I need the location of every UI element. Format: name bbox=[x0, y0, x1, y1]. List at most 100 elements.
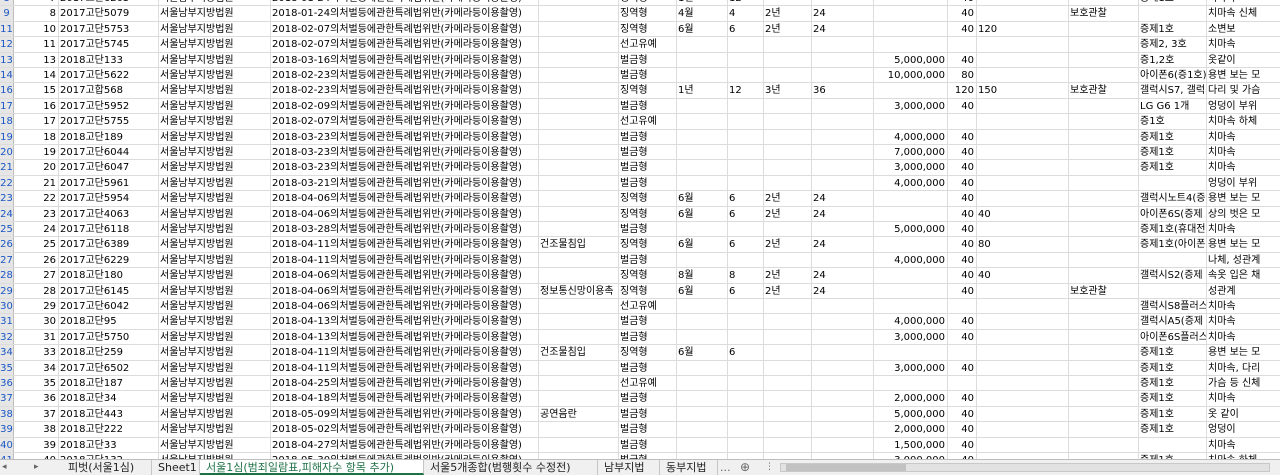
table-cell[interactable]: 6월 bbox=[676, 191, 727, 205]
table-cell[interactable]: 24 bbox=[811, 237, 873, 251]
table-cell[interactable]: 3,000,000 bbox=[873, 361, 947, 375]
table-cell[interactable]: 3,000,000 bbox=[873, 160, 947, 174]
table-cell[interactable]: 치마속 bbox=[1206, 222, 1280, 236]
table-cell[interactable]: 2018고단189 bbox=[58, 130, 158, 144]
table-cell[interactable] bbox=[763, 145, 811, 159]
table-cell[interactable]: 서울남부지방법원 bbox=[158, 268, 270, 282]
sheet-tab[interactable]: 서울5개종합(범행횟수 수정전) bbox=[424, 460, 598, 475]
table-cell[interactable]: 용변 보는 모 bbox=[1206, 345, 1280, 359]
row-number[interactable]: 20 bbox=[0, 145, 14, 160]
table-cell[interactable] bbox=[763, 99, 811, 113]
table-cell[interactable]: 서울남부지방법원 bbox=[158, 114, 270, 128]
table-cell[interactable]: 2년 bbox=[763, 268, 811, 282]
table-cell[interactable] bbox=[976, 53, 1068, 67]
table-cell[interactable]: 2018-02-07의처벌등에관한특례법위반(카메라등이용촬영) bbox=[270, 22, 538, 36]
table-cell[interactable]: 치마속 bbox=[1206, 145, 1280, 159]
table-cell[interactable]: 6월 bbox=[676, 345, 727, 359]
table-cell[interactable] bbox=[1068, 391, 1138, 405]
table-cell[interactable]: 치마속 bbox=[1206, 160, 1280, 174]
table-cell[interactable]: 건조물침입 bbox=[538, 345, 618, 359]
table-cell[interactable]: 벌금형 bbox=[618, 68, 676, 82]
table-row[interactable]: 17 16 2017고단5952 서울남부지방법원 2018-02-09의처벌등에관한특… bbox=[0, 98, 1280, 115]
row-number[interactable]: 26 bbox=[0, 237, 14, 252]
table-cell[interactable]: 치마속 bbox=[1206, 330, 1280, 344]
table-cell[interactable]: 24 bbox=[15, 222, 58, 236]
table-cell[interactable]: 서울남부지방법원 bbox=[158, 376, 270, 390]
table-cell[interactable] bbox=[676, 299, 727, 313]
table-cell[interactable] bbox=[976, 314, 1068, 328]
table-cell[interactable]: 벌금형 bbox=[618, 222, 676, 236]
table-cell[interactable]: 29 bbox=[15, 299, 58, 313]
row-number[interactable]: 39 bbox=[0, 422, 14, 437]
table-cell[interactable]: 서울남부지방법원 bbox=[158, 391, 270, 405]
table-cell[interactable]: 2017고단5622 bbox=[58, 68, 158, 82]
table-cell[interactable]: 서울남부지방법원 bbox=[158, 176, 270, 190]
table-cell[interactable]: 6월 bbox=[676, 207, 727, 221]
table-cell[interactable] bbox=[811, 438, 873, 452]
table-cell[interactable]: 다리 및 가슴 bbox=[1206, 83, 1280, 97]
table-cell[interactable] bbox=[676, 376, 727, 390]
table-cell[interactable]: 갤럭시S2(증제 bbox=[1138, 268, 1206, 282]
table-cell[interactable]: 2년 bbox=[763, 237, 811, 251]
sheet-tab[interactable]: Sheet1 bbox=[152, 460, 200, 475]
table-cell[interactable] bbox=[1068, 191, 1138, 205]
table-cell[interactable] bbox=[873, 299, 947, 313]
table-cell[interactable] bbox=[1068, 160, 1138, 174]
table-cell[interactable]: 28 bbox=[15, 284, 58, 298]
table-cell[interactable]: 서울남부지방법원 bbox=[158, 438, 270, 452]
table-cell[interactable] bbox=[976, 99, 1068, 113]
sheet-tab[interactable]: 남부지법 bbox=[598, 460, 660, 475]
table-cell[interactable] bbox=[727, 130, 763, 144]
table-cell[interactable] bbox=[976, 422, 1068, 436]
row-number[interactable]: 34 bbox=[0, 345, 14, 360]
table-cell[interactable]: 서울남부지방법원 bbox=[158, 68, 270, 82]
table-cell[interactable] bbox=[1068, 345, 1138, 359]
row-number[interactable]: 18 bbox=[0, 114, 14, 129]
table-cell[interactable] bbox=[873, 0, 947, 5]
table-cell[interactable] bbox=[1068, 376, 1138, 390]
table-cell[interactable]: 13 bbox=[15, 53, 58, 67]
tab-scroll-right-icon[interactable]: ▸ bbox=[34, 460, 39, 475]
table-cell[interactable]: 2018-01-24의처벌등에관한특례법위반(카메라등이용촬영) bbox=[270, 6, 538, 20]
table-cell[interactable]: 23 bbox=[15, 207, 58, 221]
table-cell[interactable] bbox=[811, 0, 873, 5]
table-cell[interactable] bbox=[976, 299, 1068, 313]
table-cell[interactable] bbox=[727, 253, 763, 267]
table-row[interactable]: 40 39 2018고단33 서울남부지방법원 2018-04-27의처벌등에관한특례법… bbox=[0, 437, 1280, 453]
table-cell[interactable] bbox=[763, 253, 811, 267]
table-cell[interactable] bbox=[873, 207, 947, 221]
table-cell[interactable]: 40 bbox=[947, 130, 976, 144]
table-cell[interactable]: 가슴 등 신체 bbox=[1206, 376, 1280, 390]
table-cell[interactable] bbox=[811, 68, 873, 82]
table-cell[interactable] bbox=[976, 361, 1068, 375]
horizontal-scrollbar[interactable] bbox=[780, 463, 1270, 472]
table-cell[interactable] bbox=[811, 53, 873, 67]
table-cell[interactable] bbox=[538, 68, 618, 82]
table-cell[interactable]: 40 bbox=[947, 314, 976, 328]
table-row[interactable]: 27 26 2017고단6229 서울남부지방법원 2018-04-11의처벌등에관한특… bbox=[0, 252, 1280, 269]
table-cell[interactable]: 보호관찰 bbox=[1068, 284, 1138, 298]
table-cell[interactable]: 갤럭시노트4(증 bbox=[1138, 191, 1206, 205]
table-row[interactable]: 19 18 2018고단189 서울남부지방법원 2018-03-23의처벌등에관한특례… bbox=[0, 129, 1280, 145]
table-cell[interactable]: 6 bbox=[727, 284, 763, 298]
table-cell[interactable]: 37 bbox=[15, 407, 58, 421]
table-cell[interactable] bbox=[676, 422, 727, 436]
table-cell[interactable]: 6월 bbox=[676, 284, 727, 298]
table-cell[interactable] bbox=[538, 391, 618, 405]
table-cell[interactable]: 1,500,000 bbox=[873, 438, 947, 452]
table-cell[interactable]: 2018고단187 bbox=[58, 376, 158, 390]
table-cell[interactable]: 아이폰6S(증제 bbox=[1138, 207, 1206, 221]
table-cell[interactable]: 2018고단33 bbox=[58, 438, 158, 452]
table-cell[interactable] bbox=[811, 361, 873, 375]
table-cell[interactable] bbox=[676, 407, 727, 421]
table-cell[interactable] bbox=[727, 391, 763, 405]
table-cell[interactable]: 2년 bbox=[763, 191, 811, 205]
spreadsheet-grid[interactable]: 872017고단6203서울남부지방법원2018-01-24의처벌등에관한특례법… bbox=[0, 0, 1280, 459]
table-cell[interactable]: 2018고단180 bbox=[58, 268, 158, 282]
table-cell[interactable] bbox=[676, 145, 727, 159]
table-cell[interactable]: 2018-04-11의처벌등에관한특례법위반(카메라등이용촬영) bbox=[270, 361, 538, 375]
table-cell[interactable]: 3,000,000 bbox=[873, 99, 947, 113]
table-cell[interactable]: 36 bbox=[811, 83, 873, 97]
table-cell[interactable] bbox=[538, 361, 618, 375]
table-cell[interactable]: 6 bbox=[727, 207, 763, 221]
